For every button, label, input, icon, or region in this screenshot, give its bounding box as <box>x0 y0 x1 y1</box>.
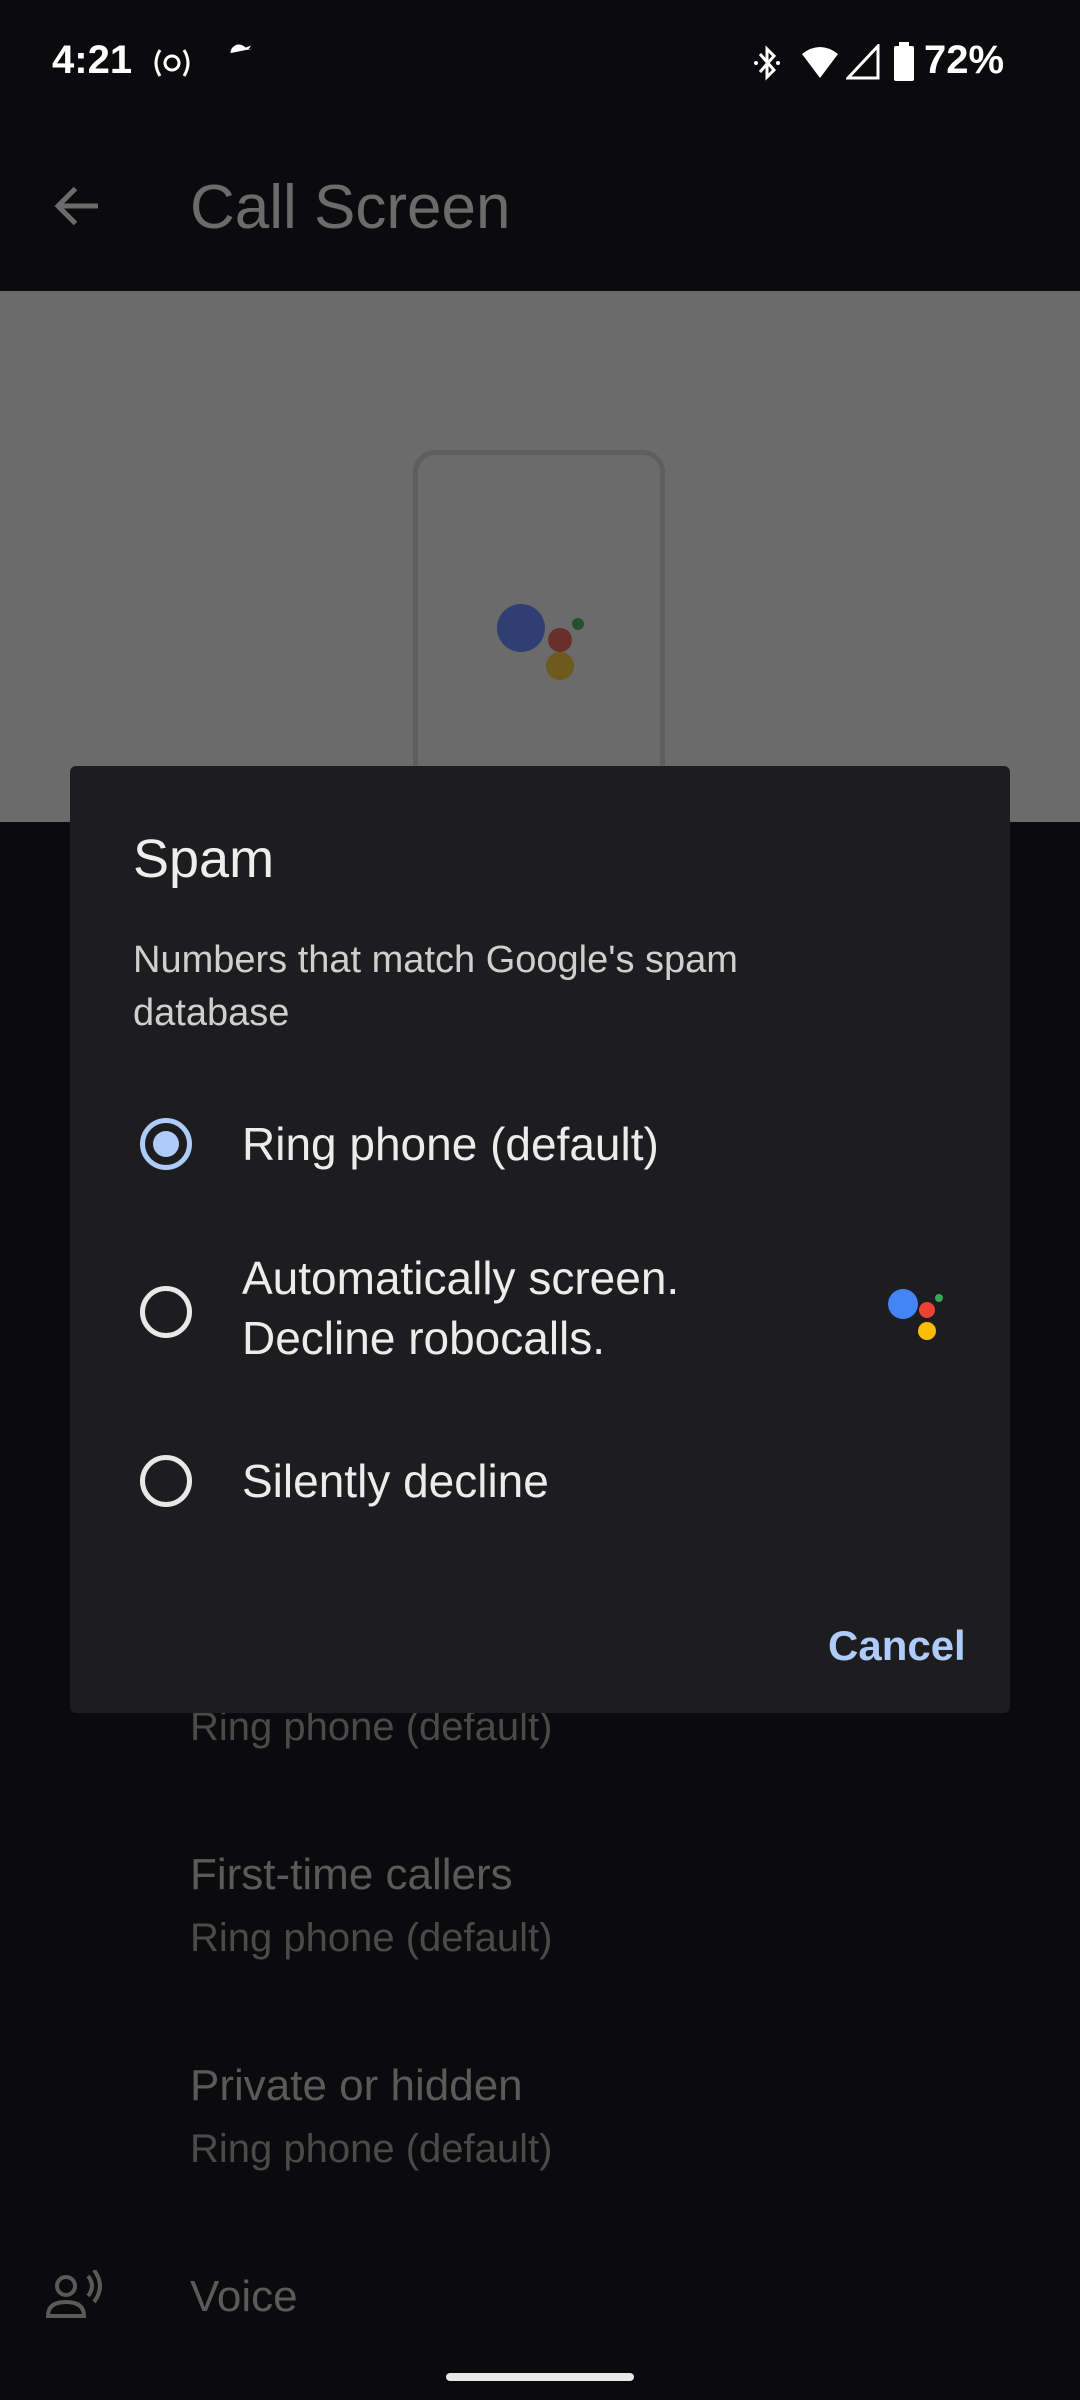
option-label: Automatically screen. Decline robocalls. <box>242 1248 679 1368</box>
option-label-line: Decline robocalls. <box>242 1312 606 1364</box>
spam-dialog: Spam Numbers that match Google's spam da… <box>70 766 1010 1713</box>
google-assistant-icon <box>888 1289 943 1340</box>
page-title: Call Screen <box>190 173 511 242</box>
radio-unselected[interactable] <box>140 1286 192 1338</box>
signal-icon <box>846 44 880 80</box>
dialog-title: Spam <box>133 829 275 889</box>
battery-icon <box>894 42 914 81</box>
option-label-line: Automatically screen. <box>242 1252 680 1304</box>
wifi-icon <box>802 47 838 78</box>
bg-item-subtitle: Ring phone (default) <box>190 2127 553 2171</box>
status-time: 4:21 <box>52 38 133 82</box>
option-automatically-screen[interactable]: Automatically screen. Decline robocalls. <box>70 1236 1010 1386</box>
bg-item-subtitle: Ring phone (default) <box>190 1916 553 1960</box>
hotspot-icon <box>154 49 190 77</box>
navigation-handle[interactable] <box>446 2373 634 2381</box>
bg-item-private-or-hidden[interactable]: Private or hidden <box>190 2061 523 2111</box>
option-label: Ring phone (default) <box>242 1118 659 1170</box>
bluetooth-icon <box>754 45 780 81</box>
battery-percent: 72% <box>924 38 1005 82</box>
dialog-description: Numbers that match Google's spam databas… <box>133 939 738 1034</box>
bg-item-voice[interactable]: Voice <box>190 2272 298 2322</box>
radio-selected[interactable] <box>140 1118 192 1170</box>
arrow-left-icon[interactable] <box>48 176 108 236</box>
google-assistant-logo-illustration <box>497 604 584 680</box>
option-label: Silently decline <box>242 1455 549 1507</box>
twitter-icon <box>230 44 252 54</box>
cancel-button[interactable]: Cancel <box>820 1614 974 1678</box>
option-silently-decline[interactable]: Silently decline <box>70 1421 1010 1541</box>
voice-person-icon <box>45 2270 102 2318</box>
option-ring-phone[interactable]: Ring phone (default) <box>70 1084 1010 1204</box>
bg-item-first-time-callers[interactable]: First-time callers <box>190 1850 513 1900</box>
radio-unselected[interactable] <box>140 1455 192 1507</box>
status-bar: 4:21 72% <box>0 0 1080 120</box>
